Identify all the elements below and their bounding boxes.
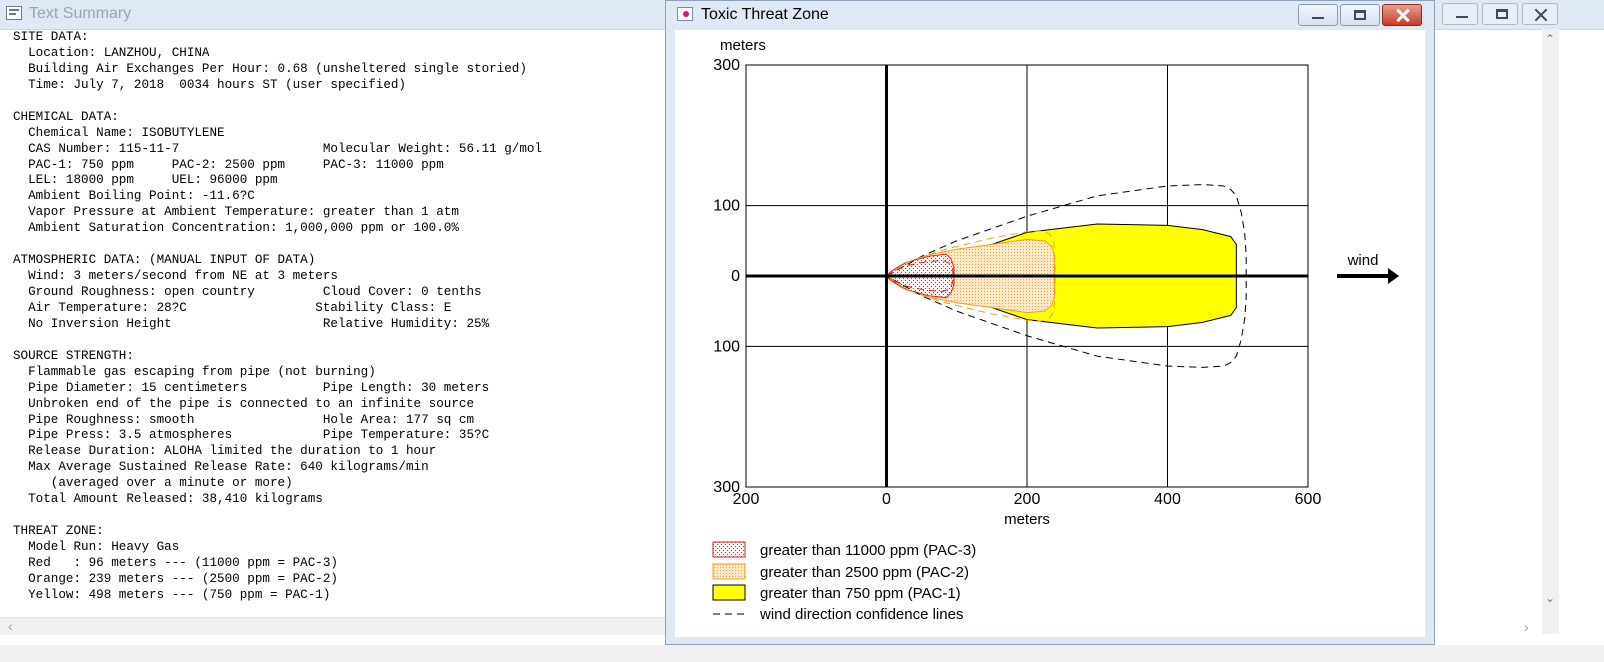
maximize-icon[interactable]: [1340, 4, 1380, 26]
summary-line: Max Average Sustained Release Rate: 640 …: [13, 460, 429, 475]
x-tick-label: 600: [1295, 491, 1322, 508]
y-tick-label: 100: [713, 198, 740, 215]
toxic-threat-zone-window: Toxic Threat Zone meters30010001003: [665, 0, 1435, 645]
summary-line: Orange: 239 meters --- (2500 ppm = PAC-2…: [13, 571, 338, 586]
chevron-up-icon[interactable]: ⌃: [1545, 32, 1555, 46]
summary-line: Red : 96 meters --- (11000 ppm = PAC-3): [13, 555, 338, 570]
chevron-left-icon[interactable]: ‹: [8, 618, 13, 635]
y-tick-label: 300: [713, 57, 740, 74]
summary-line: Pipe Press: 3.5 atmospheres Pipe Tempera…: [13, 428, 490, 443]
legend-label: greater than 11000 ppm (PAC-3): [760, 542, 976, 559]
summary-line: THREAT ZONE:: [13, 524, 104, 539]
summary-line: Release Duration: ALOHA limited the dura…: [13, 444, 437, 459]
vertical-scrollbar[interactable]: ⌃ ⌄: [1542, 29, 1559, 634]
threat-zone-chart: meters3001000100300200 0 200 400 600meters w…: [712, 37, 1399, 623]
x-tick-label: 0: [882, 491, 891, 508]
summary-line: Unbroken end of the pipe is connected to…: [13, 396, 475, 411]
text-summary-window: Text Summary SITE DATA: Location: LANZHO…: [0, 0, 683, 662]
maximize-icon[interactable]: [1482, 3, 1518, 25]
summary-line: Air Temperature: 28?C Stability Class: E: [13, 300, 452, 315]
summary-line: Chemical Name: ISOBUTYLENE: [13, 125, 225, 140]
text-summary-titlebar[interactable]: Text Summary: [0, 0, 682, 30]
x-tick-label: 400: [1154, 491, 1181, 508]
summary-line: Location: LANZHOU, CHINA: [13, 45, 210, 60]
summary-line: [13, 94, 673, 110]
toxic-threat-zone-titlebar[interactable]: Toxic Threat Zone: [666, 1, 1434, 30]
summary-line: PAC-1: 750 ppm PAC-2: 2500 ppm PAC-3: 11…: [13, 157, 444, 172]
legend-label: greater than 2500 ppm (PAC-2): [760, 564, 969, 581]
summary-line: [13, 237, 673, 253]
summary-line: Vapor Pressure at Ambient Temperature: g…: [13, 205, 459, 220]
summary-line: CHEMICAL DATA:: [13, 109, 119, 124]
minimize-icon[interactable]: [1298, 4, 1338, 26]
legend-swatch-yellow: [712, 584, 746, 601]
x-tick-label: 200: [1014, 491, 1041, 508]
horizontal-scrollbar[interactable]: ‹: [0, 617, 682, 635]
threat-zone-app-icon: [677, 7, 693, 21]
wind-label: wind: [1347, 252, 1379, 269]
close-icon[interactable]: [1382, 4, 1422, 26]
toxic-threat-zone-title: Toxic Threat Zone: [701, 6, 829, 23]
y-axis-label: meters: [720, 37, 766, 54]
summary-line: Ambient Saturation Concentration: 1,000,…: [13, 221, 459, 236]
close-icon[interactable]: [1522, 3, 1558, 25]
y-tick-label: 0: [731, 268, 740, 285]
summary-line: Pipe Diameter: 15 centimeters Pipe Lengt…: [13, 380, 490, 395]
summary-line: Yellow: 498 meters --- (750 ppm = PAC-1): [13, 587, 331, 602]
summary-line: Ground Roughness: open country Cloud Cov…: [13, 285, 482, 299]
summary-line: Model Run: Heavy Gas: [13, 540, 180, 554]
chevron-down-icon[interactable]: ⌄: [1545, 591, 1555, 605]
legend-label: wind direction confidence lines: [759, 606, 963, 623]
summary-line: Building Air Exchanges Per Hour: 0.68 (u…: [13, 61, 527, 76]
summary-line: (averaged over a minute or more): [13, 476, 293, 491]
summary-line: LEL: 18000 ppm UEL: 96000 ppm: [13, 173, 278, 188]
wind-arrow-head: [1388, 268, 1399, 284]
x-axis-label: meters: [1004, 511, 1050, 528]
summary-line: No Inversion Height Relative Humidity: 2…: [13, 316, 490, 331]
minimize-icon[interactable]: [1442, 3, 1478, 25]
legend-label: greater than 750 ppm (PAC-1): [760, 585, 961, 602]
summary-line: Ambient Boiling Point: -11.6?C: [13, 189, 255, 204]
text-summary-title: Text Summary: [29, 5, 132, 22]
threat-zone-plot-area: meters 300 100 0 100 300 200 0 200 400 600 meters w…: [675, 30, 1425, 637]
summary-line: Wind: 3 meters/second from NE at 3 meter…: [13, 269, 338, 284]
text-summary-body: SITE DATA: Location: LANZHOU, CHINA Buil…: [13, 30, 673, 604]
bottom-scroll-strip: ›: [0, 619, 1604, 662]
summary-line: SOURCE STRENGTH:: [13, 348, 134, 363]
text-document-icon: [6, 6, 22, 20]
legend-swatch-orange: [712, 563, 746, 580]
chevron-right-icon[interactable]: ›: [1524, 619, 1529, 635]
summary-line: SITE DATA:: [13, 30, 89, 44]
y-tick-label: 100: [713, 338, 740, 355]
summary-line: Total Amount Released: 38,410 kilograms: [13, 492, 323, 507]
background-window-titlebar[interactable]: [1435, 0, 1604, 30]
summary-line: Pipe Roughness: smooth Hole Area: 177 sq…: [13, 412, 475, 427]
summary-line: ATMOSPHERIC DATA: (MANUAL INPUT OF DATA): [13, 253, 316, 268]
summary-line: [13, 508, 673, 524]
x-tick-label: 200: [733, 491, 760, 508]
legend-swatch-red: [712, 541, 746, 558]
summary-line: Flammable gas escaping from pipe (not bu…: [13, 364, 376, 379]
summary-line: CAS Number: 115-11-7 Molecular Weight: 5…: [13, 141, 543, 156]
summary-line: Time: July 7, 2018 0034 hours ST (user s…: [13, 77, 406, 92]
background-window: [1435, 0, 1604, 662]
summary-line: [13, 333, 673, 349]
